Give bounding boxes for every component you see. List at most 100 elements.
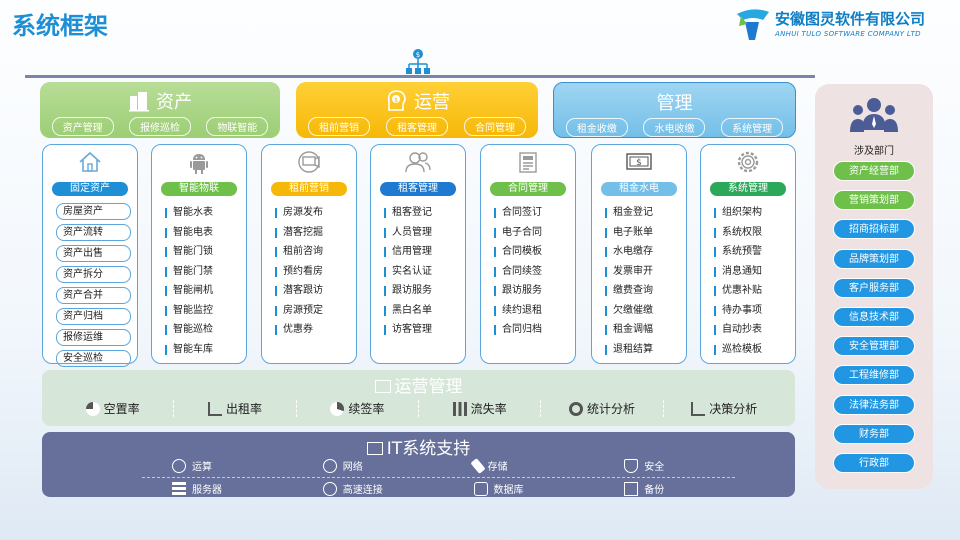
department-item[interactable]: 工程维修部 (833, 365, 915, 386)
module-item[interactable]: 租金调幅 (605, 320, 680, 340)
category-tag[interactable]: 水电收缴 (643, 118, 706, 137)
module-item[interactable]: 欠缴催缴 (605, 301, 680, 321)
module-item[interactable]: 资产拆分 (56, 266, 131, 283)
category-tag[interactable]: 物联智能 (206, 117, 269, 136)
module-header: 租金水电 (601, 182, 677, 196)
it-item-storage[interactable]: 存储 (444, 457, 595, 474)
module-item[interactable]: 水电缴存 (605, 242, 680, 262)
department-item[interactable]: 财务部 (833, 423, 915, 444)
module-item[interactable]: 合同归档 (494, 320, 569, 340)
module-item[interactable]: 租客登记 (384, 203, 459, 223)
category-tag[interactable]: 租金收缴 (565, 118, 628, 137)
gear-icon (737, 151, 759, 173)
module-item[interactable]: 智能车库 (165, 340, 240, 360)
module-item[interactable]: 缴费查询 (605, 281, 680, 301)
it-item-security[interactable]: 安全 (594, 457, 745, 474)
logo-name-en: ANHUI TULO SOFTWARE COMPANY LTD (775, 30, 921, 38)
module-item[interactable]: 实名认证 (384, 262, 459, 282)
metric-decision[interactable]: 决策分析 (662, 400, 785, 417)
it-item-database[interactable]: 数据库 (444, 480, 595, 497)
module-item[interactable]: 电子账单 (605, 223, 680, 243)
department-item[interactable]: 营销策划部 (833, 190, 915, 211)
category-tag[interactable]: 报修巡检 (128, 117, 191, 136)
server-icon (172, 481, 186, 496)
it-item-backup[interactable]: 备份 (594, 480, 745, 497)
module-item[interactable]: 消息通知 (714, 262, 789, 282)
module-item[interactable]: 退租结算 (605, 340, 680, 360)
module-item[interactable]: 跟访服务 (384, 281, 459, 301)
department-item[interactable]: 资产经营部 (833, 161, 915, 181)
module-item[interactable]: 优惠补贴 (714, 281, 789, 301)
module-item[interactable]: 待办事项 (714, 301, 789, 321)
module-item[interactable]: 租金登记 (605, 203, 680, 223)
module-item[interactable]: 智能水表 (165, 203, 240, 223)
module-item[interactable]: 自动抄表 (714, 320, 789, 340)
module-item[interactable]: 智能门禁 (165, 262, 240, 282)
metric-occupancy[interactable]: 出租率 (173, 400, 295, 417)
module-item[interactable]: 潜客挖掘 (275, 223, 350, 243)
it-item-network[interactable]: 网络 (293, 457, 444, 474)
department-item[interactable]: 客户服务部 (833, 277, 915, 298)
megaphone-icon (298, 151, 320, 173)
module-item[interactable]: 信用管理 (384, 242, 459, 262)
metric-vacancy[interactable]: 空置率 (52, 400, 173, 417)
module-item[interactable]: 系统权限 (714, 223, 789, 243)
module-item[interactable]: 合同签订 (494, 203, 569, 223)
module-item[interactable]: 智能巡检 (165, 320, 240, 340)
module-item[interactable]: 智能电表 (165, 223, 240, 243)
module-item[interactable]: 房屋资产 (56, 203, 131, 220)
it-item-high-speed-connection[interactable]: 高速连接 (293, 480, 444, 497)
module-item[interactable]: 资产出售 (56, 245, 131, 262)
module-item[interactable]: 黑白名单 (384, 301, 459, 321)
module-item[interactable]: 预约看房 (275, 262, 350, 282)
module-item[interactable]: 智能闸机 (165, 281, 240, 301)
module-item[interactable]: 合同模板 (494, 242, 569, 262)
module-list: 租客登记 人员管理 信用管理 实名认证 跟访服务 黑白名单 访客管理 (384, 203, 459, 340)
module-item[interactable]: 潜客跟访 (275, 281, 350, 301)
department-item[interactable]: 信息技术部 (833, 306, 915, 327)
metric-churn[interactable]: 流失率 (417, 400, 540, 417)
department-item[interactable]: 行政部 (833, 452, 915, 473)
department-item[interactable]: 招商招标部 (833, 219, 915, 240)
department-item[interactable]: 品牌策划部 (833, 248, 915, 269)
department-item[interactable]: 安全管理部 (833, 336, 915, 357)
module-item[interactable]: 智能监控 (165, 301, 240, 321)
module-item[interactable]: 资产流转 (56, 224, 131, 241)
category-tag[interactable]: 资产管理 (51, 117, 114, 136)
module-item[interactable]: 组织架构 (714, 203, 789, 223)
module-item[interactable]: 资产合并 (56, 287, 131, 304)
module-item[interactable]: 房源发布 (275, 203, 350, 223)
module-item[interactable]: 报修运维 (56, 329, 131, 346)
module-item[interactable]: 人员管理 (384, 223, 459, 243)
module-item[interactable]: 跟访服务 (494, 281, 569, 301)
category-tag[interactable]: 租客管理 (386, 117, 448, 136)
module-item[interactable]: 系统预警 (714, 242, 789, 262)
module-item[interactable]: 巡检模板 (714, 340, 789, 360)
category-tag[interactable]: 系统管理 (721, 118, 784, 137)
metric-statistics[interactable]: 统计分析 (540, 400, 662, 417)
module-item[interactable]: 电子合同 (494, 223, 569, 243)
module-item[interactable]: 访客管理 (384, 320, 459, 340)
module-card-contract: 合同管理 合同签订 电子合同 合同模板 合同续签 跟访服务 续约退租 合同归档 (480, 144, 576, 364)
department-item[interactable]: 法律法务部 (833, 394, 915, 415)
module-header: 租客管理 (380, 182, 456, 196)
category-tag[interactable]: 租前营销 (308, 117, 370, 136)
metric-renewal[interactable]: 续签率 (295, 400, 418, 417)
module-list: 组织架构 系统权限 系统预警 消息通知 优惠补贴 待办事项 自动抄表 巡检模板 (714, 203, 789, 359)
it-item-server[interactable]: 服务器 (142, 480, 293, 497)
module-card-fixed-asset: 固定资产 房屋资产 资产流转 资产出售 资产拆分 资产合并 资产归档 报修运维 安全巡检 (42, 144, 138, 367)
module-item[interactable]: 续约退租 (494, 301, 569, 321)
it-item-compute[interactable]: 运算 (142, 457, 293, 474)
module-item[interactable]: 租前咨询 (275, 242, 350, 262)
module-item[interactable]: 合同续签 (494, 262, 569, 282)
module-item[interactable]: 房源预定 (275, 301, 350, 321)
category-management: 管理 租金收缴 水电收缴 系统管理 (553, 82, 796, 138)
android-icon (190, 154, 208, 174)
module-item[interactable]: 发票审开 (605, 262, 680, 282)
it-support-panel: IT系统支持 运算 网络 存储 安全 服务器 高速连接 数据库 备份 (42, 432, 795, 497)
module-item[interactable]: 优惠券 (275, 320, 350, 340)
module-item[interactable]: 智能门锁 (165, 242, 240, 262)
module-item[interactable]: 安全巡检 (56, 350, 131, 367)
module-item[interactable]: 资产归档 (56, 308, 131, 325)
category-tag[interactable]: 合同管理 (464, 117, 526, 136)
